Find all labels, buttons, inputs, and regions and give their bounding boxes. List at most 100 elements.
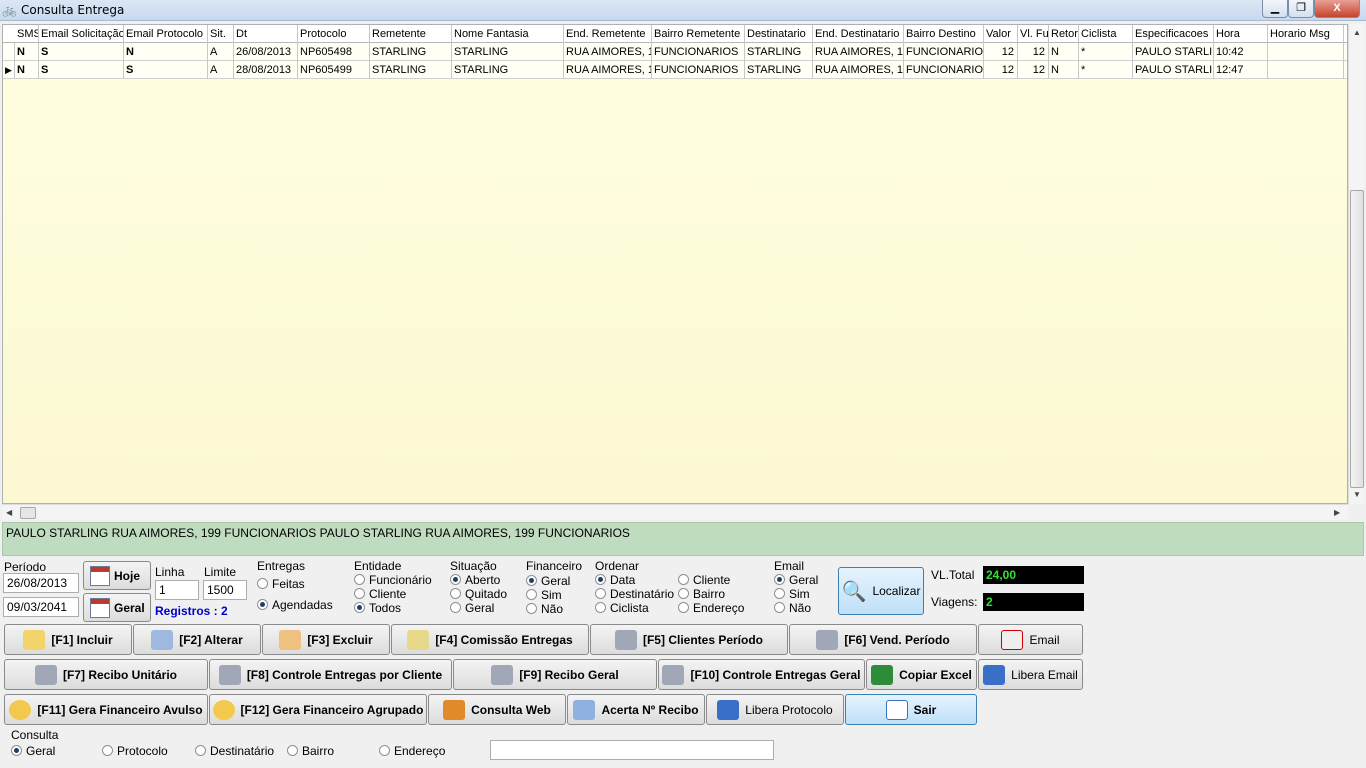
vend-periodo-button[interactable]: [F6] Vend. Período bbox=[789, 624, 977, 655]
controle-cliente-button[interactable]: [F8] Controle Entregas por Cliente bbox=[209, 659, 452, 690]
table-cell[interactable]: S bbox=[124, 61, 208, 79]
table-cell[interactable]: STARLING bbox=[452, 43, 564, 61]
minimize-button[interactable]: ▁ bbox=[1262, 0, 1288, 18]
table-cell[interactable]: S bbox=[39, 43, 124, 61]
scroll-thumb[interactable] bbox=[1350, 190, 1364, 488]
table-cell[interactable]: PAULO STARLIN bbox=[1133, 61, 1214, 79]
financeiro-geral-radio[interactable]: Geral bbox=[526, 574, 570, 588]
email-button[interactable]: Email bbox=[978, 624, 1083, 655]
periodo-from-field[interactable]: 26/08/2013 bbox=[3, 573, 79, 593]
consulta-protocolo-radio[interactable]: Protocolo bbox=[102, 744, 168, 758]
column-header[interactable]: Vl. Fu bbox=[1018, 25, 1049, 43]
table-cell[interactable]: N bbox=[1049, 61, 1079, 79]
hoje-button[interactable]: Hoje bbox=[83, 561, 151, 590]
table-cell[interactable]: RUA AIMORES, 199 bbox=[564, 43, 652, 61]
controle-geral-button[interactable]: [F10] Controle Entregas Geral bbox=[658, 659, 865, 690]
localizar-button[interactable]: 🔍 Localizar bbox=[838, 567, 924, 615]
financeiro-sim-radio[interactable]: Sim bbox=[526, 588, 562, 602]
situacao-geral-radio[interactable]: Geral bbox=[450, 601, 494, 615]
ordenar-data-radio[interactable]: Data bbox=[595, 573, 635, 587]
sair-button[interactable]: Sair bbox=[845, 694, 977, 725]
scroll-left-icon[interactable]: ◀ bbox=[6, 508, 12, 517]
table-cell[interactable]: 12 bbox=[1018, 61, 1049, 79]
consulta-destinatario-radio[interactable]: Destinatário bbox=[195, 744, 274, 758]
table-cell[interactable]: RUA AIMORES, 199 bbox=[813, 43, 904, 61]
comissao-button[interactable]: [F4] Comissão Entregas bbox=[391, 624, 589, 655]
consulta-search-input[interactable] bbox=[490, 740, 774, 760]
gera-financeiro-avulso-button[interactable]: [F11] Gera Financeiro Avulso bbox=[4, 694, 208, 725]
limite-field[interactable]: 1500 bbox=[203, 580, 247, 600]
column-header[interactable]: Horario Msg bbox=[1268, 25, 1344, 43]
consulta-bairro-radio[interactable]: Bairro bbox=[287, 744, 334, 758]
table-cell[interactable]: 28/08/2013 bbox=[234, 61, 298, 79]
table-cell[interactable]: * bbox=[1079, 61, 1133, 79]
table-cell[interactable]: 12:47 bbox=[1214, 61, 1268, 79]
scroll-right-icon[interactable]: ▶ bbox=[1334, 508, 1340, 517]
table-cell[interactable]: N bbox=[124, 43, 208, 61]
table-cell[interactable] bbox=[1268, 61, 1344, 79]
horizontal-scrollbar[interactable]: ◀ ▶ bbox=[2, 504, 1348, 520]
column-header[interactable]: Especificacoes bbox=[1133, 25, 1214, 43]
scroll-up-icon[interactable]: ▲ bbox=[1353, 28, 1361, 37]
table-cell[interactable]: A bbox=[208, 61, 234, 79]
column-header[interactable]: Retor bbox=[1049, 25, 1079, 43]
table-cell[interactable]: A bbox=[208, 43, 234, 61]
situacao-quitado-radio[interactable]: Quitado bbox=[450, 587, 507, 601]
entregas-agendadas-radio[interactable]: Agendadas bbox=[257, 598, 333, 612]
excluir-button[interactable]: [F3] Excluir bbox=[262, 624, 390, 655]
linha-field[interactable]: 1 bbox=[155, 580, 199, 600]
column-header[interactable]: Nome Fantasia bbox=[452, 25, 564, 43]
column-header[interactable]: Email Protocolo bbox=[124, 25, 208, 43]
table-cell[interactable]: FUNCIONARIOS bbox=[652, 43, 745, 61]
table-cell[interactable]: FUNCIONARIOS bbox=[652, 61, 745, 79]
column-header[interactable]: Valor bbox=[984, 25, 1018, 43]
libera-email-button[interactable]: Libera Email bbox=[978, 659, 1083, 690]
column-header[interactable]: Destinatario bbox=[745, 25, 813, 43]
table-cell[interactable]: STARLING bbox=[745, 61, 813, 79]
ordenar-destinatario-radio[interactable]: Destinatário bbox=[595, 587, 674, 601]
ordenar-bairro-radio[interactable]: Bairro bbox=[678, 587, 725, 601]
column-header[interactable]: Bairro Destino bbox=[904, 25, 984, 43]
email-nao-radio[interactable]: Não bbox=[774, 601, 811, 615]
table-row[interactable]: N S N A 26/08/2013 NP605498 STARLING STARLING RU… bbox=[3, 43, 1347, 61]
entregas-feitas-radio[interactable]: Feitas bbox=[257, 577, 305, 591]
email-geral-radio[interactable]: Geral bbox=[774, 573, 818, 587]
ordenar-ciclista-radio[interactable]: Ciclista bbox=[595, 601, 649, 615]
table-cell[interactable]: RUA AIMORES, 199 bbox=[813, 61, 904, 79]
alterar-button[interactable]: [F2] Alterar bbox=[133, 624, 261, 655]
table-cell[interactable]: N bbox=[15, 61, 39, 79]
situacao-aberto-radio[interactable]: Aberto bbox=[450, 573, 500, 587]
table-cell[interactable]: FUNCIONARIOS bbox=[904, 43, 984, 61]
consulta-web-button[interactable]: Consulta Web bbox=[428, 694, 566, 725]
copiar-excel-button[interactable]: Copiar Excel bbox=[866, 659, 977, 690]
column-header[interactable]: End. Remetente bbox=[564, 25, 652, 43]
column-header[interactable]: Hora bbox=[1214, 25, 1268, 43]
table-cell[interactable]: STARLING bbox=[370, 43, 452, 61]
table-cell[interactable] bbox=[1268, 43, 1344, 61]
recibo-geral-button[interactable]: [F9] Recibo Geral bbox=[453, 659, 657, 690]
table-cell[interactable]: N bbox=[15, 43, 39, 61]
entidade-cliente-radio[interactable]: Cliente bbox=[354, 587, 406, 601]
consulta-geral-radio[interactable]: Geral bbox=[11, 744, 55, 758]
gera-financeiro-agrupado-button[interactable]: [F12] Gera Financeiro Agrupado bbox=[209, 694, 427, 725]
geral-date-button[interactable]: Geral bbox=[83, 593, 151, 622]
table-cell[interactable]: NP605499 bbox=[298, 61, 370, 79]
periodo-to-field[interactable]: 09/03/2041 bbox=[3, 597, 79, 617]
vertical-scrollbar[interactable]: ▲ ▼ bbox=[1348, 24, 1364, 504]
column-header[interactable]: Remetente bbox=[370, 25, 452, 43]
table-cell[interactable]: FUNCIONARIOS bbox=[904, 61, 984, 79]
table-cell[interactable]: NP605498 bbox=[298, 43, 370, 61]
column-header[interactable]: Dt bbox=[234, 25, 298, 43]
ordenar-endereco-radio[interactable]: Endereço bbox=[678, 601, 744, 615]
email-sim-radio[interactable]: Sim bbox=[774, 587, 810, 601]
table-cell[interactable]: STARLING bbox=[370, 61, 452, 79]
table-cell[interactable]: * bbox=[1079, 43, 1133, 61]
table-cell[interactable]: STARLING bbox=[452, 61, 564, 79]
column-header[interactable]: Sit. bbox=[208, 25, 234, 43]
acerta-recibo-button[interactable]: Acerta Nº Recibo bbox=[567, 694, 705, 725]
column-header[interactable]: Ciclista bbox=[1079, 25, 1133, 43]
table-row[interactable]: ▶ N S S A 28/08/2013 NP605499 STARLING STARLING R… bbox=[3, 61, 1347, 79]
table-cell[interactable]: 10:42 bbox=[1214, 43, 1268, 61]
ordenar-cliente-radio[interactable]: Cliente bbox=[678, 573, 730, 587]
scroll-down-icon[interactable]: ▼ bbox=[1353, 490, 1361, 499]
